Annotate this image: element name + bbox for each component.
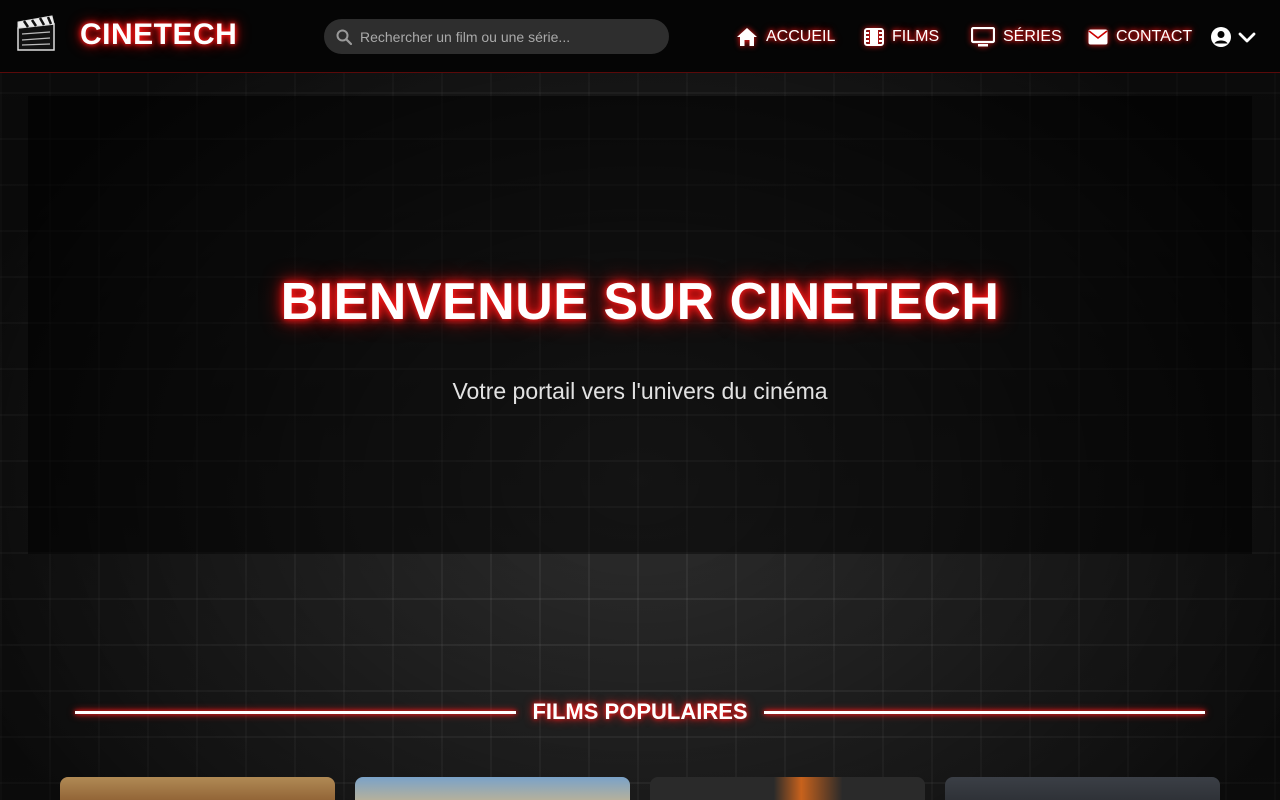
nav-link-accueil[interactable]: ACCUEIL [736,25,835,49]
film-icon [864,28,884,46]
nav-link-label: ACCUEIL [766,28,836,45]
hero-title: BIENVENUE SUR CINETECH [280,273,1000,331]
movie-card[interactable] [60,777,335,800]
nav-link-series[interactable]: SÉRIES [971,25,1062,49]
hero-banner: BIENVENUE SUR CINETECH Votre portail ver… [28,96,1252,554]
movie-card[interactable] [945,777,1220,800]
user-circle-icon [1211,27,1231,47]
popular-films-heading: FILMS POPULAIRES [75,697,1205,727]
hero-subtitle: Votre portail vers l'univers du cinéma [452,378,828,404]
nav-link-contact[interactable]: CONTACT [1088,25,1192,49]
movie-card[interactable] [650,777,925,800]
nav-link-films[interactable]: FILMS [864,25,939,49]
clapperboard-logo-icon[interactable] [14,14,58,54]
divider-line [763,710,1205,714]
home-icon [737,28,757,46]
divider-line [75,710,517,714]
movie-card[interactable] [355,777,630,800]
search-icon [336,29,352,45]
user-menu[interactable] [1210,26,1256,48]
search-input[interactable] [360,28,660,45]
section-title: FILMS POPULAIRES [532,699,748,724]
nav-link-label: SÉRIES [1003,28,1062,45]
search-bar[interactable] [324,19,669,54]
nav-link-label: FILMS [892,28,940,45]
brand-name[interactable]: CINETECH [80,18,237,52]
tv-icon [971,27,995,47]
navbar: CINETECH ACCUEIL FILMS SÉRI [0,0,1280,73]
chevron-down-icon [1238,32,1256,43]
envelope-icon [1088,29,1108,45]
nav-link-label: CONTACT [1116,28,1193,45]
